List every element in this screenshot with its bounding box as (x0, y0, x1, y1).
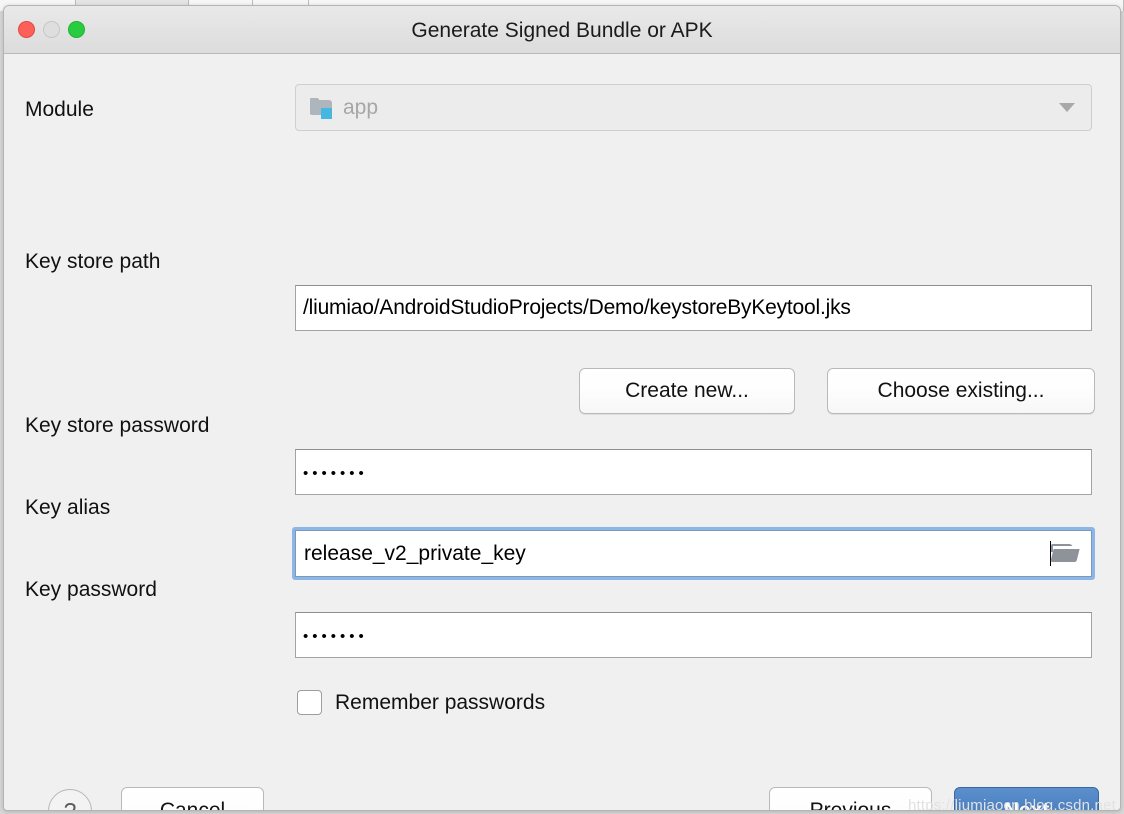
keystore-password-input[interactable]: ••••••• (295, 449, 1092, 495)
choose-existing-keystore-button[interactable]: Choose existing... (827, 368, 1095, 414)
key-password-input[interactable]: ••••••• (295, 612, 1092, 658)
create-new-keystore-button[interactable]: Create new... (579, 368, 795, 414)
generate-signed-bundle-dialog: Generate Signed Bundle or APK Module app… (3, 5, 1121, 811)
window-title: Generate Signed Bundle or APK (411, 19, 713, 42)
keystore-password-value: ••••••• (303, 464, 368, 482)
remember-passwords-label: Remember passwords (335, 690, 546, 714)
remember-passwords-checkbox[interactable] (297, 690, 322, 715)
watermark-text: https://liumiaocn.blog.csdn.net (908, 797, 1116, 811)
folder-open-icon[interactable] (1050, 543, 1080, 564)
module-select[interactable]: app (295, 84, 1092, 131)
keystore-path-label: Key store path (25, 250, 161, 273)
cancel-button[interactable]: Cancel (121, 787, 264, 810)
keystore-path-input[interactable]: /liumiao/AndroidStudioProjects/Demo/keys… (295, 285, 1092, 331)
dialog-form: Module app Key store path /liumiao/Andro… (4, 54, 1120, 811)
module-label: Module (25, 98, 94, 121)
help-button[interactable]: ? (48, 789, 92, 810)
key-password-value: ••••••• (303, 627, 368, 645)
key-alias-label: Key alias (25, 496, 111, 519)
dialog-titlebar: Generate Signed Bundle or APK (4, 6, 1120, 54)
module-folder-icon (310, 97, 334, 119)
remember-passwords-checkbox-row[interactable]: Remember passwords (297, 690, 545, 715)
chevron-down-icon (1059, 103, 1075, 112)
key-alias-focus-ring: release_v2_private_key (292, 527, 1095, 580)
key-password-label: Key password (25, 578, 157, 601)
key-alias-value: release_v2_private_key (304, 541, 526, 565)
module-selected-value: app (343, 95, 379, 119)
keystore-password-label: Key store password (25, 414, 210, 437)
keystore-path-value: /liumiao/AndroidStudioProjects/Demo/keys… (303, 296, 851, 319)
key-alias-input[interactable]: release_v2_private_key (295, 530, 1092, 577)
